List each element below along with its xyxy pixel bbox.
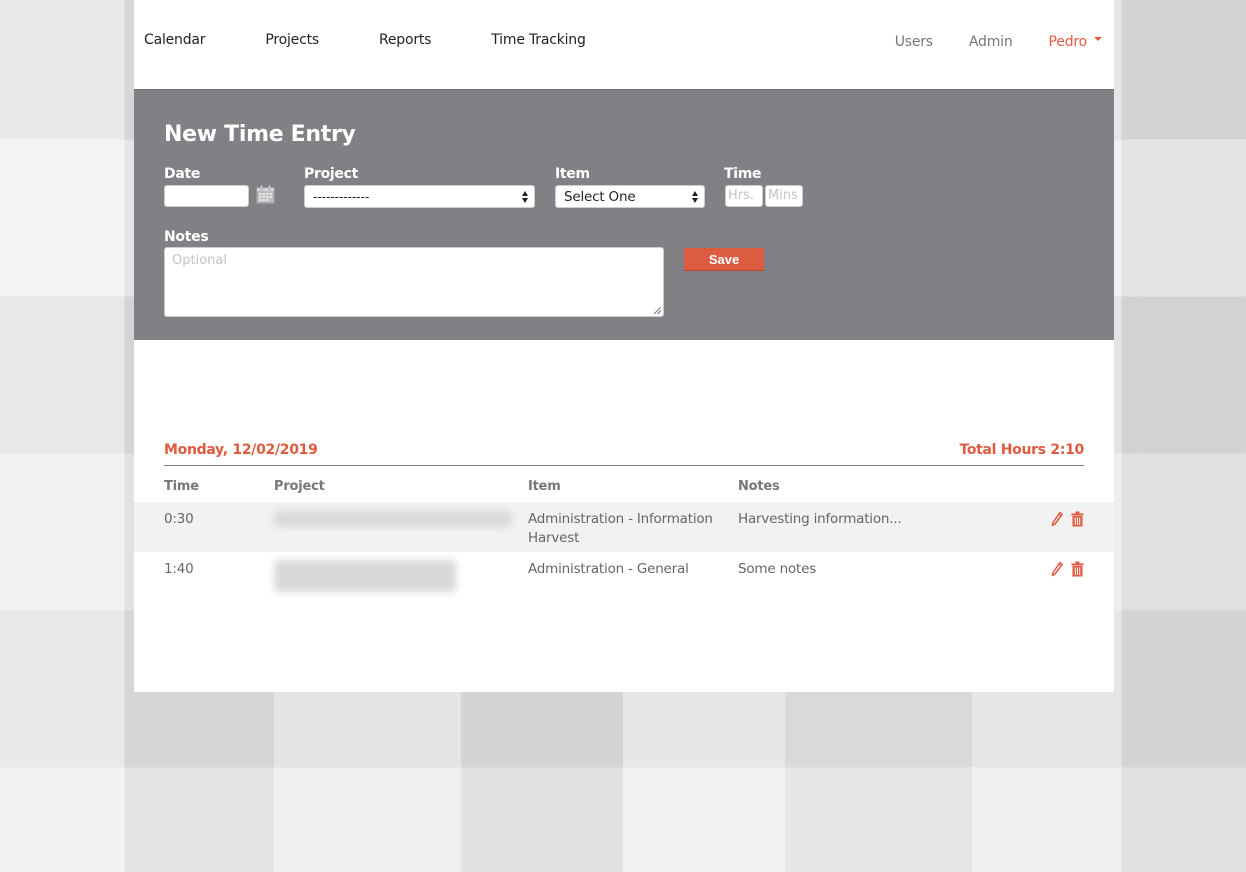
minutes-placeholder: Mins	[768, 188, 798, 203]
trash-icon[interactable]	[1071, 511, 1084, 527]
entry-notes: Some notes	[738, 561, 817, 577]
column-header-item: Item	[528, 479, 561, 494]
project-select[interactable]: -------------	[304, 185, 535, 208]
entry-project-redacted	[274, 560, 456, 592]
minutes-input[interactable]: Mins	[765, 185, 803, 207]
project-selected-value: -------------	[313, 189, 370, 204]
page-container: Calendar Projects Reports Time Tracking …	[134, 0, 1114, 692]
new-time-entry-form: New Time Entry Date Project ------------…	[134, 89, 1114, 340]
notes-textarea[interactable]: Optional	[164, 247, 664, 317]
user-name: Pedro	[1048, 34, 1088, 50]
pencil-icon[interactable]	[1051, 561, 1063, 577]
hours-input[interactable]: Hrs.	[725, 185, 763, 207]
resize-handle[interactable]	[654, 307, 661, 314]
user-menu[interactable]: Pedro	[1049, 34, 1102, 50]
day-header: Monday, 12/02/2019 Total Hours 2:10	[164, 440, 1084, 466]
entry-item: Administration - Information Harvest	[528, 511, 713, 546]
item-selected-value: Select One	[564, 188, 636, 205]
project-label: Project	[304, 166, 358, 182]
time-label: Time	[724, 166, 762, 182]
select-arrows-icon	[522, 190, 529, 204]
date-label: Date	[164, 166, 201, 182]
nav-admin[interactable]: Admin	[969, 34, 1013, 50]
calendar-icon[interactable]	[256, 185, 275, 204]
item-label: Item	[555, 166, 590, 182]
item-select[interactable]: Select One	[555, 185, 705, 208]
row-actions	[1051, 561, 1084, 577]
form-title: New Time Entry	[164, 122, 356, 147]
date-input[interactable]	[164, 185, 249, 207]
row-actions	[1051, 511, 1084, 527]
nav-users[interactable]: Users	[895, 34, 933, 50]
pencil-icon[interactable]	[1051, 511, 1063, 527]
main-menu: Calendar Projects Reports Time Tracking	[144, 32, 646, 48]
entry-project-redacted	[274, 511, 512, 527]
day-title: Monday, 12/02/2019	[164, 442, 318, 458]
nav-projects[interactable]: Projects	[265, 32, 319, 48]
entry-time: 0:30	[164, 511, 194, 527]
caret-down-icon	[1094, 37, 1102, 41]
table-row: 1:40 Administration - General Some notes	[134, 552, 1114, 602]
column-header-time: Time	[164, 479, 199, 494]
notes-label: Notes	[164, 229, 209, 245]
trash-icon[interactable]	[1071, 561, 1084, 577]
hours-placeholder: Hrs.	[728, 188, 755, 203]
entry-item: Administration - General	[528, 561, 689, 577]
entry-time: 1:40	[164, 561, 194, 577]
select-arrows-icon	[692, 190, 699, 204]
entry-notes: Harvesting information...	[738, 511, 902, 527]
nav-calendar[interactable]: Calendar	[144, 32, 206, 48]
notes-placeholder: Optional	[172, 253, 227, 268]
nav-time-tracking[interactable]: Time Tracking	[491, 32, 586, 48]
nav-reports[interactable]: Reports	[379, 32, 432, 48]
total-hours: Total Hours 2:10	[959, 442, 1084, 458]
top-nav: Calendar Projects Reports Time Tracking …	[134, 0, 1114, 89]
secondary-menu: Users Admin Pedro	[859, 34, 1102, 50]
save-button[interactable]: Save	[684, 248, 764, 271]
table-row: 0:30 Administration - Information Harves…	[134, 502, 1114, 552]
column-header-project: Project	[274, 479, 325, 494]
column-header-notes: Notes	[738, 479, 780, 494]
